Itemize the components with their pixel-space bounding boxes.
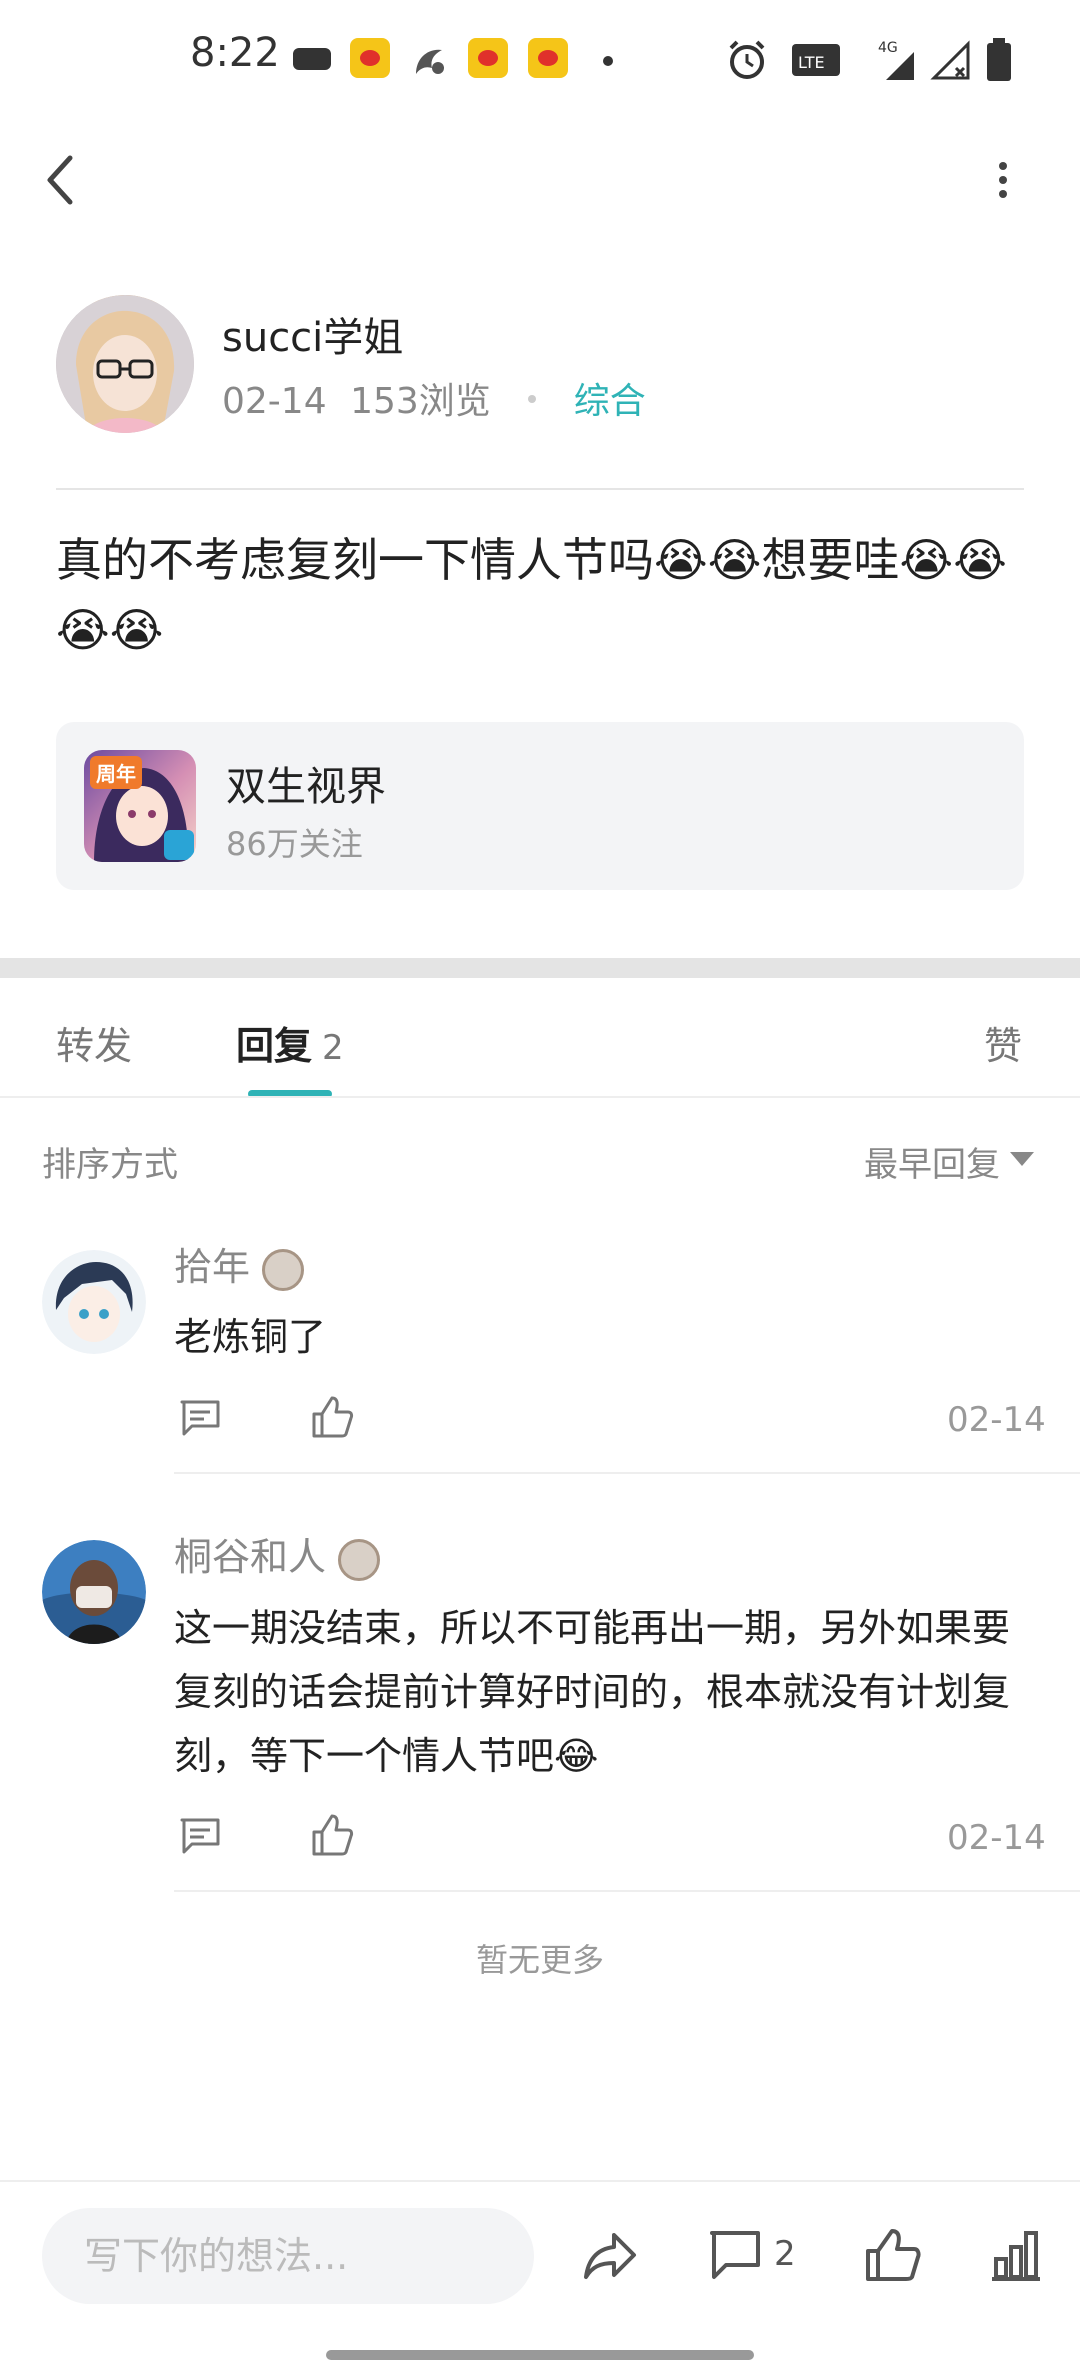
like-icon[interactable]	[862, 2225, 922, 2285]
community-followers: 86万关注	[226, 825, 363, 863]
post-views: 153浏览	[350, 381, 491, 422]
sort-label: 排序方式	[42, 1145, 178, 1185]
back-icon[interactable]	[40, 150, 80, 210]
tab-likes[interactable]: 赞	[984, 1015, 1022, 1070]
comment-date: 02-14	[947, 1400, 1046, 1440]
signal-x-icon	[930, 40, 970, 80]
stats-icon[interactable]	[986, 2225, 1046, 2285]
author-name[interactable]: succi学姐	[222, 305, 403, 363]
section-separator	[0, 958, 1080, 978]
comment-avatar-image	[42, 1540, 146, 1644]
svg-text:LTE: LTE	[798, 53, 825, 72]
author-avatar-image	[56, 295, 194, 433]
weibo-icon	[468, 38, 508, 78]
weibo-icon	[528, 38, 568, 78]
comment-author[interactable]: 拾年	[174, 1236, 305, 1291]
weibo-icon	[350, 38, 390, 78]
share-icon[interactable]	[580, 2225, 640, 2285]
community-name: 双生视界	[226, 764, 386, 810]
status-time: 8:22	[190, 30, 280, 76]
more-icon[interactable]	[990, 160, 1016, 200]
comment-author-name: 拾年	[174, 1245, 251, 1289]
tab-replies-label: 回复	[236, 1024, 313, 1068]
comment-avatar[interactable]	[42, 1540, 146, 1644]
post-category[interactable]: 综合	[574, 381, 646, 422]
battery-icon	[987, 38, 1011, 81]
comment-date: 02-14	[947, 1818, 1046, 1858]
tab-repost-label: 转发	[56, 1024, 133, 1068]
tab-replies[interactable]: 回复 2	[236, 1015, 344, 1070]
bilibili-badge-icon	[164, 830, 194, 860]
meta-separator	[528, 395, 537, 403]
comment-avatar[interactable]	[42, 1250, 146, 1354]
reply-icon[interactable]	[178, 1396, 222, 1440]
divider	[56, 488, 1024, 490]
dot-icon	[603, 56, 613, 66]
like-icon[interactable]	[310, 1812, 354, 1858]
divider	[0, 2180, 1080, 2182]
comment-text: 这一期没结束，所以不可能再出一期，另外如果要复刻的话会提前计算好时间的，根本就没…	[174, 1606, 1011, 1778]
comment-author[interactable]: 桐谷和人	[174, 1526, 381, 1581]
divider	[174, 1472, 1080, 1474]
level-badge-icon	[338, 1538, 381, 1581]
sort-dropdown[interactable]: 最早回复	[864, 1137, 1000, 1186]
tab-likes-label: 赞	[984, 1024, 1023, 1068]
post-date: 02-14	[222, 381, 327, 422]
svg-text:4G: 4G	[878, 40, 898, 56]
comment-author-name: 桐谷和人	[174, 1535, 327, 1579]
status-bar: 8:22 LTE 4G	[0, 0, 1080, 120]
community-card[interactable]: 周年 双生视界 86万关注	[56, 722, 1024, 890]
no-more-label: 暂无更多	[475, 1941, 604, 1979]
like-icon[interactable]	[310, 1394, 354, 1440]
comment-text: 老炼铜了	[174, 1315, 327, 1359]
anniversary-badge: 周年	[90, 756, 142, 789]
post-meta: 02-14 153浏览 综合	[222, 372, 646, 424]
level-badge-icon	[262, 1248, 305, 1291]
gamepad-icon	[293, 48, 331, 70]
comment-count: 2	[774, 2234, 796, 2274]
reply-icon[interactable]	[178, 1814, 222, 1858]
author-avatar[interactable]	[56, 295, 194, 433]
tab-repost[interactable]: 转发	[56, 1015, 132, 1070]
signal-4g-icon: 4G	[878, 40, 914, 80]
post-content: 真的不考虑复刻一下情人节吗😭😭想要哇😭😭😭😭	[56, 533, 1007, 657]
volte-icon: LTE	[792, 44, 840, 76]
alarm-icon	[729, 40, 765, 79]
community-icon: 周年	[84, 750, 196, 862]
divider	[174, 1890, 1080, 1892]
caret-down-icon[interactable]	[1010, 1152, 1034, 1166]
tab-replies-count: 2	[322, 1028, 344, 1068]
home-indicator[interactable]	[326, 2350, 754, 2360]
comment-icon[interactable]	[706, 2225, 766, 2285]
uc-browser-icon	[416, 49, 444, 74]
divider	[0, 1096, 1080, 1098]
comment-input[interactable]	[42, 2208, 534, 2304]
comment-avatar-image	[42, 1250, 146, 1354]
